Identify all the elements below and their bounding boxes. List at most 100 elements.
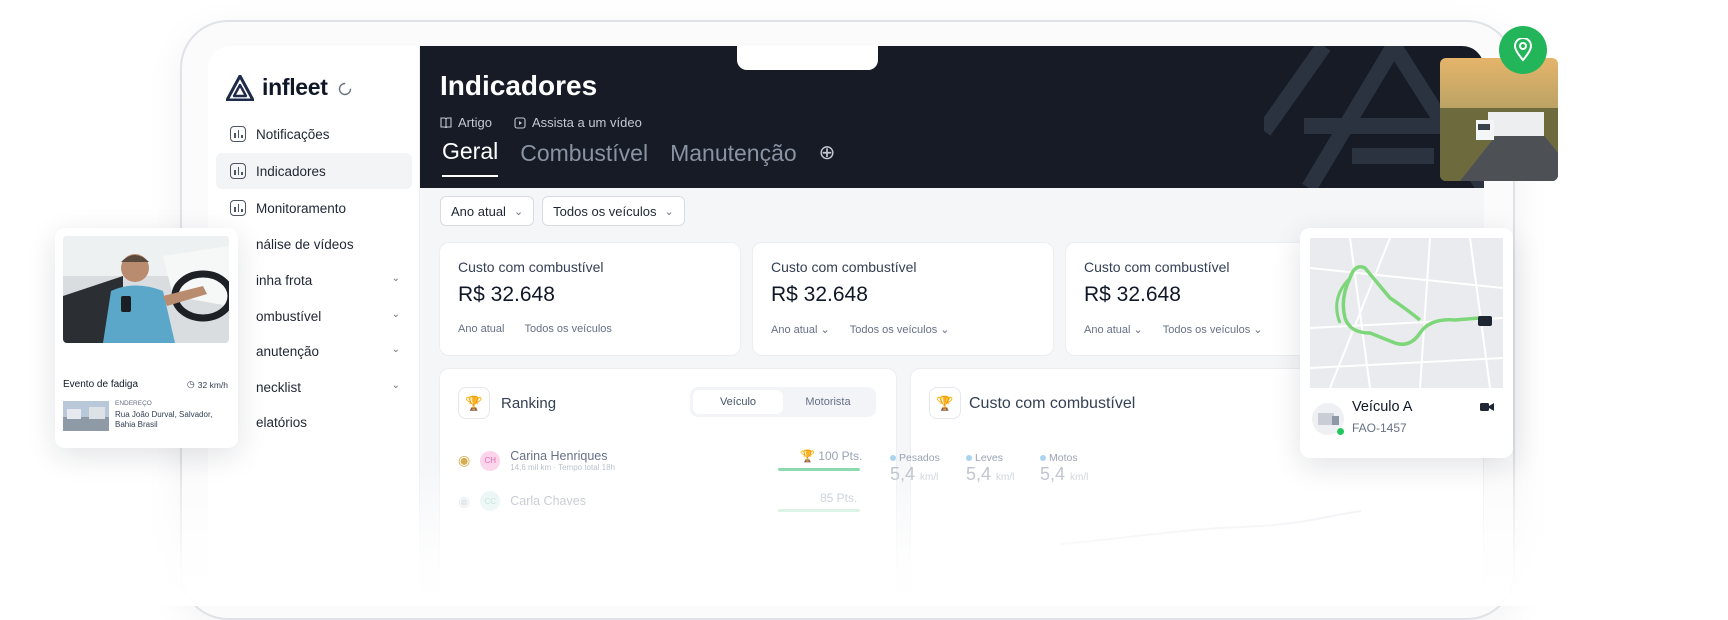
kpi-period: Ano atual bbox=[771, 324, 818, 336]
points-bar bbox=[778, 468, 860, 471]
period-dropdown-label: Ano atual bbox=[451, 203, 506, 219]
chevron-down-icon: ⌄ bbox=[391, 380, 400, 391]
toggle-driver[interactable]: Motorista bbox=[783, 390, 873, 414]
article-link-label: Artigo bbox=[458, 115, 492, 130]
medal-icon: ◉ bbox=[458, 492, 471, 509]
metric-label: Leves bbox=[966, 452, 1014, 464]
device-notch bbox=[737, 46, 878, 70]
sidebar-item-notificacoes[interactable]: Notificações bbox=[216, 116, 412, 152]
metric-motos: Motos 5,4 km/l bbox=[1040, 452, 1088, 485]
sidebar-item-label: nálise de vídeos bbox=[256, 236, 354, 252]
sidebar-item-analise-videos[interactable]: nálise de vídeos bbox=[216, 226, 412, 262]
sidebar-item-manutencao[interactable]: anutenção ⌄ bbox=[216, 333, 412, 369]
driver-name: Carla Chaves bbox=[510, 494, 586, 508]
kpi-filters: Ano atual Todos os veículos bbox=[458, 323, 612, 335]
sidebar: infleet Notificações Indicadores Monitor… bbox=[208, 46, 420, 606]
driver-points: 🏆 100 Pts. bbox=[800, 449, 863, 463]
article-link[interactable]: Artigo bbox=[440, 115, 492, 130]
ranking-row[interactable]: ◉ CC Carla Chaves bbox=[458, 491, 858, 511]
kpi-period: Ano atual bbox=[458, 323, 505, 335]
truck-photo bbox=[1440, 58, 1558, 181]
sidebar-item-indicadores[interactable]: Indicadores bbox=[216, 153, 412, 189]
avatar: CH bbox=[480, 450, 501, 471]
kpi-filters: Ano atual ⌄ Todos os veículos ⌄ bbox=[771, 323, 949, 336]
metric-value-text: 5,4 bbox=[890, 464, 916, 484]
sidebar-item-label: Indicadores bbox=[256, 163, 326, 179]
sidebar-item-label: inha frota bbox=[256, 272, 313, 288]
medal-icon: ◉ bbox=[458, 452, 471, 468]
metric-unit: km/l bbox=[996, 472, 1015, 483]
brand-name: infleet bbox=[262, 74, 328, 100]
tab-combustivel[interactable]: Combustível bbox=[520, 140, 648, 177]
event-type: Evento de fadiga bbox=[63, 379, 139, 390]
sidebar-item-combustivel[interactable]: ombustível ⌄ bbox=[216, 298, 412, 334]
route-map bbox=[1310, 238, 1503, 388]
chart-icon bbox=[230, 126, 246, 142]
points-bar bbox=[778, 509, 860, 512]
metric-label-text: Leves bbox=[975, 452, 1004, 464]
avatar: CC bbox=[480, 491, 501, 511]
tab-manutencao[interactable]: Manutenção bbox=[670, 140, 797, 177]
metric-label: Pesados bbox=[890, 452, 940, 464]
chevron-down-icon: ⌄ bbox=[391, 344, 400, 355]
sidebar-item-minha-frota[interactable]: inha frota ⌄ bbox=[216, 262, 412, 298]
kpi-value: R$ 32.648 bbox=[771, 283, 868, 306]
ranking-toggle: Veículo Motorista bbox=[690, 387, 876, 417]
metric-unit: km/l bbox=[920, 472, 939, 483]
kpi-vehicles-dropdown[interactable]: Todos os veículos ⌄ bbox=[850, 323, 950, 336]
period-dropdown[interactable]: Ano atual ⌄ bbox=[440, 196, 535, 226]
points-value: 100 Pts. bbox=[818, 449, 863, 463]
driver-points: 85 Pts. bbox=[820, 491, 858, 505]
online-status-dot bbox=[1336, 427, 1345, 436]
infleet-logo-icon bbox=[226, 74, 254, 101]
metric-leves: Leves 5,4 km/l bbox=[966, 452, 1014, 485]
video-link[interactable]: Assista a um vídeo bbox=[514, 115, 642, 130]
tab-bar: Geral Combustível Manutenção ⊕ bbox=[442, 138, 835, 177]
filter-bar: Ano atual ⌄ Todos os veículos ⌄ bbox=[440, 196, 685, 226]
kpi-vehicles: Todos os veículos bbox=[524, 323, 612, 335]
tab-geral[interactable]: Geral bbox=[442, 138, 499, 177]
trophy-icon: 🏆 bbox=[458, 387, 490, 419]
header-links: Artigo Assista a um vídeo bbox=[440, 115, 642, 130]
fatigue-event-card[interactable]: Evento de fadiga ◷ 32 km/h ENDEREÇO Rua … bbox=[55, 228, 238, 448]
location-pin-icon bbox=[1513, 38, 1533, 62]
sidebar-item-label: ombustível bbox=[256, 308, 322, 324]
add-tab-icon[interactable]: ⊕ bbox=[819, 140, 836, 165]
kpi-period-dropdown[interactable]: Ano atual ⌄ bbox=[771, 323, 830, 336]
metric-pesados: Pesados 5,4 km/l bbox=[890, 452, 940, 485]
sidebar-item-monitoramento[interactable]: Monitoramento bbox=[216, 190, 412, 226]
ranking-panel: 🏆 Ranking Veículo Motorista ◉ CH Carina … bbox=[439, 368, 897, 606]
ranking-title: Ranking bbox=[501, 395, 557, 412]
sidebar-item-checklist[interactable]: necklist ⌄ bbox=[216, 369, 412, 405]
street-thumbnail bbox=[63, 401, 109, 431]
kpi-value: R$ 32.648 bbox=[458, 283, 555, 306]
logo: infleet bbox=[226, 74, 352, 101]
fuel-panel-title: Custo com combustível bbox=[969, 395, 1136, 412]
vehicle-card[interactable]: Veículo A FAO-1457 bbox=[1300, 228, 1513, 458]
toggle-vehicle[interactable]: Veículo bbox=[693, 390, 783, 414]
page-title: Indicadores bbox=[440, 70, 598, 101]
metric-label: Motos bbox=[1040, 452, 1088, 464]
vehicle-plate: FAO-1457 bbox=[1352, 421, 1407, 435]
vehicle-name: Veículo A bbox=[1352, 399, 1413, 415]
video-camera-icon[interactable] bbox=[1480, 402, 1494, 412]
kpi-value: R$ 32.648 bbox=[1084, 283, 1181, 306]
metric-value: 5,4 km/l bbox=[1040, 464, 1088, 485]
kpi-label: Custo com combustível bbox=[458, 259, 604, 275]
kpi-filters: Ano atual ⌄ Todos os veículos ⌄ bbox=[1084, 323, 1262, 336]
app-window: infleet Notificações Indicadores Monitor… bbox=[208, 46, 1484, 606]
vehicles-dropdown[interactable]: Todos os veículos ⌄ bbox=[542, 196, 685, 226]
chevron-down-icon: ⌄ bbox=[391, 309, 400, 320]
play-icon bbox=[514, 116, 526, 129]
chevron-down-icon: ⌄ bbox=[664, 205, 674, 218]
kpi-label: Custo com combustível bbox=[771, 259, 917, 275]
page-header: Indicadores Artigo Assista a um vídeo Ge… bbox=[420, 46, 1484, 188]
metric-unit: km/l bbox=[1070, 472, 1089, 483]
kpi-vehicles: Todos os veículos bbox=[1162, 324, 1251, 336]
kpi-vehicles-dropdown[interactable]: Todos os veículos ⌄ bbox=[1163, 323, 1263, 336]
sidebar-item-label: anutenção bbox=[256, 343, 320, 359]
metric-label-text: Pesados bbox=[899, 452, 940, 464]
kpi-period-dropdown[interactable]: Ano atual ⌄ bbox=[1084, 323, 1143, 336]
location-pin-badge bbox=[1499, 26, 1547, 74]
sidebar-item-relatorios[interactable]: elatórios bbox=[216, 404, 412, 440]
